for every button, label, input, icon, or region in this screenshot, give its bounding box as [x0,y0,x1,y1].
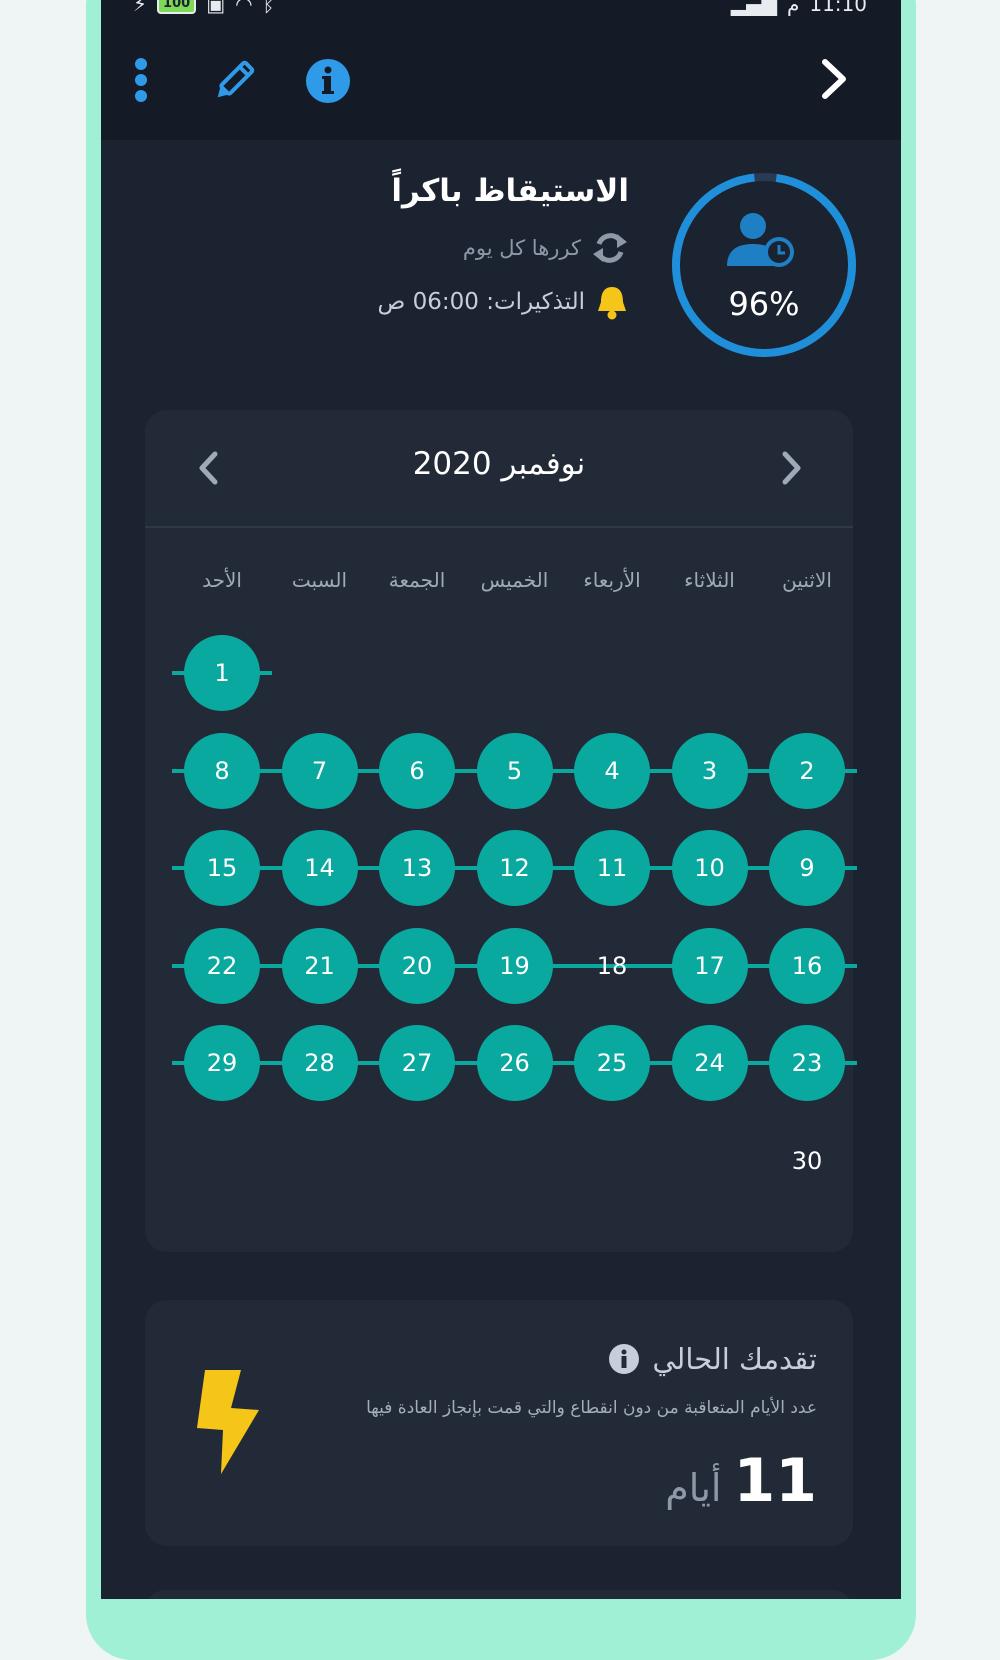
calendar-day-done[interactable]: 16 [769,927,845,1004]
calendar-day-done[interactable]: 5 [476,732,553,809]
progress-ring: 96% [669,170,859,360]
habit-title: الاستيقاظ باكراً [391,173,629,209]
calendar-day[interactable]: 30 [769,1123,845,1199]
calendar-day-done[interactable]: 9 [769,830,845,906]
weekday-label: الخميس [480,568,549,592]
calendar-day-done[interactable]: 2 [769,732,845,809]
status-time-suffix: م [786,0,800,16]
reminder-row: التذكيرات: 06:00 ص [249,284,629,320]
charging-icon: ⚡ [133,0,148,16]
repeat-row: كررها كل يوم [249,232,629,264]
signal-icon: ▂▄▆ [730,0,777,16]
info-icon[interactable] [608,1343,640,1375]
calendar-day-done[interactable]: 11 [574,830,650,906]
next-month-button[interactable] [773,450,809,486]
weekday-label: السبت [291,568,348,592]
edit-button[interactable] [209,56,259,106]
more-vertical-icon [135,58,147,102]
app-screen: ⚡ 100 ▣ ◠ ᛒ ▂▄▆ م 11:10 96% الاستيقاظ با… [101,0,901,1599]
streak-count-row: 11 أيام [665,1446,817,1516]
weekday-label: الأربعاء [583,568,641,592]
calendar-day-done[interactable]: 21 [281,927,358,1004]
streak-title: تقدمك الحالي [652,1342,817,1376]
calendar-day-done[interactable]: 1 [184,635,260,711]
app-bar: ⚡ 100 ▣ ◠ ᛒ ▂▄▆ م 11:10 [101,0,901,140]
calendar-day-done[interactable]: 26 [476,1025,553,1101]
repeat-text: كررها كل يوم [462,236,581,260]
calendar-day-done[interactable]: 20 [379,927,455,1004]
calendar-header: نوفمبر 2020 [145,410,853,528]
streak-count: 11 [733,1446,818,1516]
calendar-day-done[interactable]: 10 [671,830,748,906]
calendar-card: نوفمبر 2020 الاثنين الثلاثاء الأربعاء الخمي… [145,410,857,1252]
calendar-day-done[interactable]: 4 [574,732,650,809]
month-label: نوفمبر 2020 [412,446,586,482]
calendar-day-done[interactable]: 3 [671,732,748,809]
reminder-text: التذكيرات: 06:00 ص [377,289,585,315]
next-card [145,1590,853,1599]
calendar-day-done[interactable]: 12 [476,830,553,906]
screen-icon: ▣ [206,0,226,16]
info-button[interactable] [305,58,351,104]
streak-unit: أيام [665,1466,722,1510]
bell-icon [598,287,626,320]
weekday-label: الاثنين [782,568,832,592]
weekday-label: الجمعة [388,568,446,592]
streak-title-row: تقدمك الحالي [608,1342,817,1376]
back-button[interactable] [817,56,853,102]
weekday-label: الأحد [202,568,242,592]
chevron-right-icon [822,59,846,99]
habit-info: الاستيقاظ باكراً كررها كل يوم التذكيرات:… [249,170,629,320]
calendar-day-done[interactable]: 27 [379,1025,455,1101]
calendar-day-done[interactable]: 6 [379,732,455,809]
pencil-icon [217,60,255,98]
streak-description: عدد الأيام المتعاقبة من دون انقطاع والتي… [366,1398,817,1418]
battery-indicator: 100 [157,0,197,14]
calendar-day-done[interactable]: 24 [671,1025,748,1101]
completion-percent: 96% [728,285,800,323]
calendar-day-done[interactable]: 17 [671,927,748,1004]
calendar-day-done[interactable]: 14 [281,830,358,906]
calendar-day-done[interactable]: 8 [184,732,260,809]
calendar-day-done[interactable]: 22 [184,927,260,1004]
status-time: 11:10 [809,0,867,16]
more-options-button[interactable] [129,56,153,104]
weekday-label: الثلاثاء [684,568,735,592]
info-icon [306,59,350,103]
calendar-day-done[interactable]: 15 [184,830,260,906]
bluetooth-icon: ᛒ [262,0,275,16]
calendar-day[interactable]: 18 [574,928,650,1004]
calendar-day-done[interactable]: 23 [769,1025,845,1101]
calendar-day-done[interactable]: 7 [281,732,358,809]
streak-card: تقدمك الحالي عدد الأيام المتعاقبة من دون… [145,1300,853,1546]
user-clock-icon [727,213,794,267]
lightning-bolt-icon [193,1366,263,1480]
status-bar: ⚡ 100 ▣ ◠ ᛒ ▂▄▆ م 11:10 [101,0,901,20]
calendar-day-done[interactable]: 28 [281,1025,358,1101]
repeat-icon [593,233,627,263]
calendar-day-done[interactable]: 25 [574,1025,650,1101]
wifi-icon: ◠ [235,0,253,16]
calendar-day-done[interactable]: 29 [184,1025,260,1101]
chevron-right-icon [782,451,801,485]
calendar-day-done[interactable]: 19 [476,927,553,1004]
calendar-day-done[interactable]: 13 [379,830,455,906]
